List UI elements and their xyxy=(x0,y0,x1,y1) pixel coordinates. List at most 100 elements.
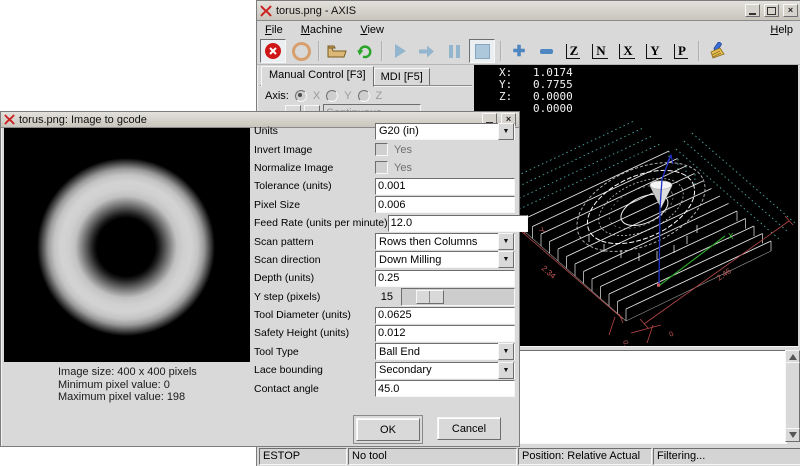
tolerance-input[interactable] xyxy=(375,178,515,195)
form-row-depth: Depth (units) xyxy=(254,269,515,287)
close-icon[interactable]: × xyxy=(783,4,798,17)
axis-y-label: Y xyxy=(344,90,351,102)
toolbar-separator xyxy=(381,41,383,61)
scan-pattern-combo[interactable]: Rows then Columns ▼ xyxy=(375,233,515,250)
contact-angle-input[interactable] xyxy=(375,380,515,397)
feed-rate-input[interactable] xyxy=(388,215,528,232)
zoom-in-button[interactable]: ✚ xyxy=(507,40,531,62)
dialog-logo-icon xyxy=(4,114,15,125)
image-info-max: Maximum pixel value: 198 xyxy=(58,391,197,404)
radio-axis-z[interactable] xyxy=(358,90,370,102)
zoom-out-icon xyxy=(540,49,553,54)
ok-button[interactable]: OK xyxy=(356,418,420,441)
menu-help[interactable]: Help xyxy=(770,24,793,36)
dro-readout: X: 1.0174 Y: 0.7755 Z: 0.0000 0.0000 xyxy=(499,67,573,115)
view-z2-button[interactable]: N xyxy=(588,40,612,62)
normalize-image-checkbox[interactable]: Yes xyxy=(375,161,515,174)
form-row-y-step: Y step (pixels) 15 xyxy=(254,288,515,306)
form-row-pixel-size: Pixel Size xyxy=(254,196,515,214)
preview-canvas[interactable]: X Y 2.34 2.46 0.25 0 xyxy=(519,119,798,346)
clear-plot-button[interactable] xyxy=(705,40,729,62)
stop-button[interactable] xyxy=(469,39,495,63)
y-step-value: 15 xyxy=(375,291,393,303)
menu-file[interactable]: File xyxy=(265,24,283,36)
form-row-safety-height: Safety Height (units) xyxy=(254,324,515,342)
radio-axis-y[interactable] xyxy=(326,90,338,102)
view-y-icon: Y xyxy=(646,44,661,59)
zoom-out-button[interactable] xyxy=(534,40,558,62)
maximize-icon[interactable] xyxy=(764,4,779,17)
gcode-listing[interactable] xyxy=(519,350,787,444)
zoom-in-icon: ✚ xyxy=(513,44,526,59)
estop-icon xyxy=(265,43,281,59)
scan-direction-combo[interactable]: Down Milling ▼ xyxy=(375,251,515,268)
pixel-size-input[interactable] xyxy=(375,196,515,213)
menu-machine[interactable]: Machine xyxy=(301,24,343,36)
form-row-tool-diameter: Tool Diameter (units) xyxy=(254,306,515,324)
form-row-lace-bounding: Lace bounding Secondary ▼ xyxy=(254,361,515,379)
axis-select-row: Axis: X Y Z xyxy=(265,90,382,102)
source-image-preview xyxy=(4,128,250,362)
pause-icon xyxy=(449,45,460,58)
status-tool: No tool xyxy=(348,448,517,465)
slider-trough[interactable] xyxy=(401,288,515,306)
machine-power-button[interactable] xyxy=(289,40,313,62)
safety-height-input[interactable] xyxy=(375,325,515,342)
checkbox-icon[interactable] xyxy=(375,161,388,174)
minimize-icon[interactable] xyxy=(745,4,760,17)
form-row-normalize: Normalize Image Yes xyxy=(254,159,515,177)
form-row-invert: Invert Image Yes xyxy=(254,140,515,158)
gcode-scrollbar[interactable] xyxy=(785,350,798,442)
reload-file-button[interactable] xyxy=(352,40,376,62)
chevron-down-icon: ▼ xyxy=(498,233,514,250)
chevron-down-icon: ▼ xyxy=(498,362,514,379)
chevron-down-icon: ▼ xyxy=(498,251,514,268)
image-to-gcode-dialog: torus.png: Image to gcode × Image size: … xyxy=(0,111,520,447)
scrollbar-thumb[interactable] xyxy=(785,362,800,432)
form-row-scan-pattern: Scan pattern Rows then Columns ▼ xyxy=(254,232,515,250)
y-step-slider[interactable]: 15 xyxy=(375,288,515,306)
step-button[interactable] xyxy=(415,40,439,62)
view-n-icon: N xyxy=(592,44,607,59)
axis-label: Axis: xyxy=(265,90,289,102)
preview-x-axis-label: X xyxy=(728,232,734,241)
image-info-min: Minimum pixel value: 0 xyxy=(58,379,197,392)
pause-button[interactable] xyxy=(442,40,466,62)
cancel-button[interactable]: Cancel xyxy=(437,417,501,440)
axis-tabs: Manual Control [F3] MDI [F5] xyxy=(261,66,430,87)
tab-manual-control[interactable]: Manual Control [F3] xyxy=(261,66,374,87)
gcode-options-form: Units G20 (in) ▼ Invert Image Yes Normal… xyxy=(254,122,515,398)
checkbox-icon[interactable] xyxy=(375,143,388,156)
tool-type-combo[interactable]: Ball End ▼ xyxy=(375,343,515,360)
invert-image-checkbox[interactable]: Yes xyxy=(375,143,515,156)
estop-button[interactable] xyxy=(260,39,286,63)
run-icon xyxy=(395,44,406,58)
units-combo[interactable]: G20 (in) ▼ xyxy=(375,123,515,140)
view-p-button[interactable]: P xyxy=(669,40,693,62)
view-z-button[interactable]: Z xyxy=(561,40,585,62)
screen: torus.png - AXIS × File Machine View Hel… xyxy=(0,0,800,466)
open-file-button[interactable] xyxy=(325,40,349,62)
axis-x-label: X xyxy=(313,90,320,102)
scroll-down-icon[interactable] xyxy=(785,428,800,442)
origin-marker xyxy=(657,284,660,287)
radio-axis-x[interactable] xyxy=(295,90,307,102)
reload-icon xyxy=(356,43,373,60)
tool-diameter-input[interactable] xyxy=(375,307,515,324)
axis-titlebar[interactable]: torus.png - AXIS × xyxy=(257,1,800,21)
form-row-tool-type: Tool Type Ball End ▼ xyxy=(254,343,515,361)
view-p-icon: P xyxy=(674,44,688,59)
axis-menubar: File Machine View Help xyxy=(257,21,800,39)
menu-view[interactable]: View xyxy=(360,24,384,36)
view-x-button[interactable]: X xyxy=(615,40,639,62)
view-y-button[interactable]: Y xyxy=(642,40,666,62)
form-row-units: Units G20 (in) ▼ xyxy=(254,122,515,140)
status-filtering: Filtering... xyxy=(653,448,800,465)
form-row-scan-direction: Scan direction Down Milling ▼ xyxy=(254,251,515,269)
lace-bounding-combo[interactable]: Secondary ▼ xyxy=(375,362,515,379)
machine-power-icon xyxy=(292,42,311,61)
depth-input[interactable] xyxy=(375,270,515,287)
axis-logo-icon xyxy=(260,5,272,17)
run-button[interactable] xyxy=(388,40,412,62)
slider-handle[interactable] xyxy=(416,290,444,304)
